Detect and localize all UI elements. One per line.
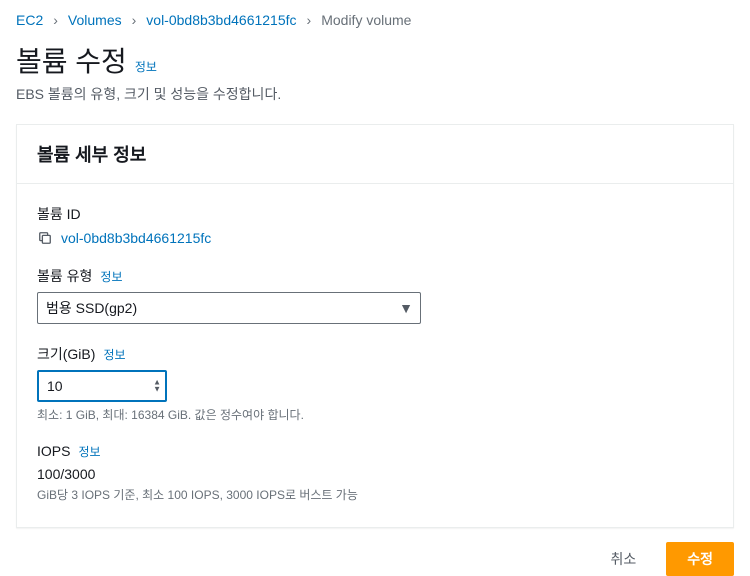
quantity-stepper[interactable]: ▲ ▼	[153, 380, 161, 393]
cancel-button[interactable]: 취소	[590, 543, 656, 575]
panel-header: 볼륨 세부 정보	[17, 125, 733, 184]
volume-id-field: 볼륨 ID vol-0bd8b3bd4661215fc	[37, 204, 713, 246]
breadcrumb: EC2 › Volumes › vol-0bd8b3bd4661215fc › …	[0, 0, 750, 36]
volume-details-panel: 볼륨 세부 정보 볼륨 ID vol-0bd8b3bd4661215fc 볼륨 …	[16, 124, 734, 528]
info-link[interactable]: 정보	[135, 58, 157, 75]
breadcrumb-volumes[interactable]: Volumes	[68, 12, 122, 28]
size-input[interactable]	[37, 370, 167, 402]
submit-button[interactable]: 수정	[666, 542, 734, 576]
breadcrumb-current: Modify volume	[321, 12, 411, 28]
info-link[interactable]: 정보	[103, 346, 125, 363]
chevron-right-icon: ›	[132, 12, 137, 28]
page-subtitle: EBS 볼륨의 유형, 크기 및 성능을 수정합니다.	[16, 84, 734, 104]
iops-value: 100/3000	[37, 466, 713, 482]
caret-down-icon[interactable]: ▼	[153, 387, 161, 393]
iops-hint: GiB당 3 IOPS 기준, 최소 100 IOPS, 3000 IOPS로 …	[37, 486, 713, 503]
volume-id-link[interactable]: vol-0bd8b3bd4661215fc	[61, 230, 211, 246]
info-link[interactable]: 정보	[78, 443, 100, 460]
chevron-right-icon: ›	[307, 12, 312, 28]
volume-type-select[interactable]: 범용 SSD(gp2)	[37, 292, 421, 324]
iops-label: IOPS	[37, 443, 70, 459]
copy-icon[interactable]	[37, 230, 53, 246]
info-link[interactable]: 정보	[100, 268, 122, 285]
breadcrumb-volume-id[interactable]: vol-0bd8b3bd4661215fc	[146, 12, 296, 28]
size-field: 크기(GiB) 정보 ▲ ▼ 최소: 1 GiB, 최대: 16384 GiB.…	[37, 344, 713, 423]
page-title: 볼륨 수정	[16, 40, 127, 80]
page-header: 볼륨 수정 정보 EBS 볼륨의 유형, 크기 및 성능을 수정합니다.	[0, 36, 750, 112]
footer: 취소 수정	[0, 528, 750, 576]
volume-id-label: 볼륨 ID	[37, 204, 81, 224]
volume-type-label: 볼륨 유형	[37, 266, 92, 286]
panel-title: 볼륨 세부 정보	[37, 141, 713, 167]
volume-type-field: 볼륨 유형 정보 범용 SSD(gp2) ▼	[37, 266, 713, 324]
breadcrumb-ec2[interactable]: EC2	[16, 12, 43, 28]
size-label: 크기(GiB)	[37, 344, 95, 364]
chevron-right-icon: ›	[53, 12, 58, 28]
iops-field: IOPS 정보 100/3000 GiB당 3 IOPS 기준, 최소 100 …	[37, 443, 713, 503]
size-hint: 최소: 1 GiB, 최대: 16384 GiB. 값은 정수여야 합니다.	[37, 406, 713, 423]
volume-type-value: 범용 SSD(gp2)	[46, 298, 137, 318]
